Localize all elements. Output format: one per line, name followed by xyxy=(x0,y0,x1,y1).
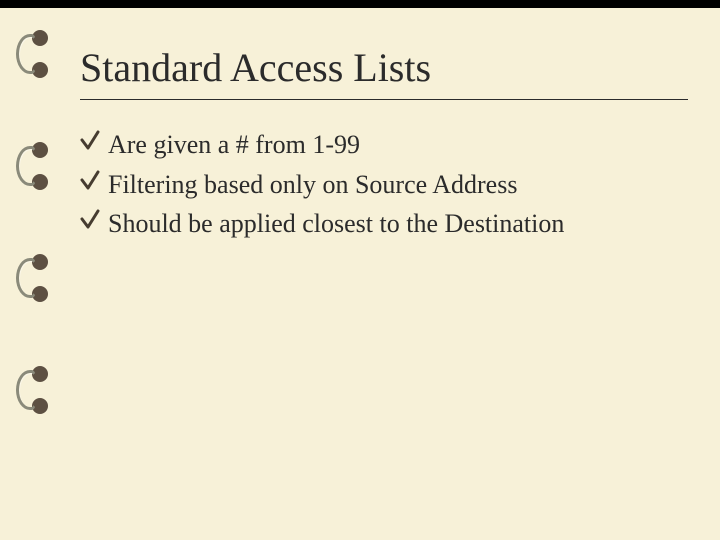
binder-ring-icon xyxy=(16,258,38,298)
viewport: Standard Access Lists Are given a # from… xyxy=(0,0,720,540)
binder-ring-pair xyxy=(18,252,54,308)
bullet-list: Are given a # from 1-99 Filtering based … xyxy=(80,126,688,243)
slide-title: Standard Access Lists xyxy=(80,44,688,91)
checkmark-icon xyxy=(80,170,100,192)
window-top-strip xyxy=(0,0,720,8)
binder-ring-pair xyxy=(18,140,54,196)
list-item: Should be applied closest to the Destina… xyxy=(80,205,688,243)
binder-ring-icon xyxy=(16,34,38,74)
title-underline xyxy=(80,99,688,100)
bullet-text: Should be applied closest to the Destina… xyxy=(108,209,564,238)
slide: Standard Access Lists Are given a # from… xyxy=(0,8,720,540)
bullet-text: Are given a # from 1-99 xyxy=(108,130,360,159)
binder-ring-icon xyxy=(16,146,38,186)
binder-rings xyxy=(18,28,54,476)
checkmark-icon xyxy=(80,209,100,231)
binder-ring-pair xyxy=(18,364,54,420)
bullet-text: Filtering based only on Source Address xyxy=(108,170,517,199)
binder-ring-pair xyxy=(18,28,54,84)
list-item: Are given a # from 1-99 xyxy=(80,126,688,164)
checkmark-icon xyxy=(80,130,100,152)
binder-ring-icon xyxy=(16,370,38,410)
slide-content: Standard Access Lists Are given a # from… xyxy=(80,44,688,245)
list-item: Filtering based only on Source Address xyxy=(80,166,688,204)
